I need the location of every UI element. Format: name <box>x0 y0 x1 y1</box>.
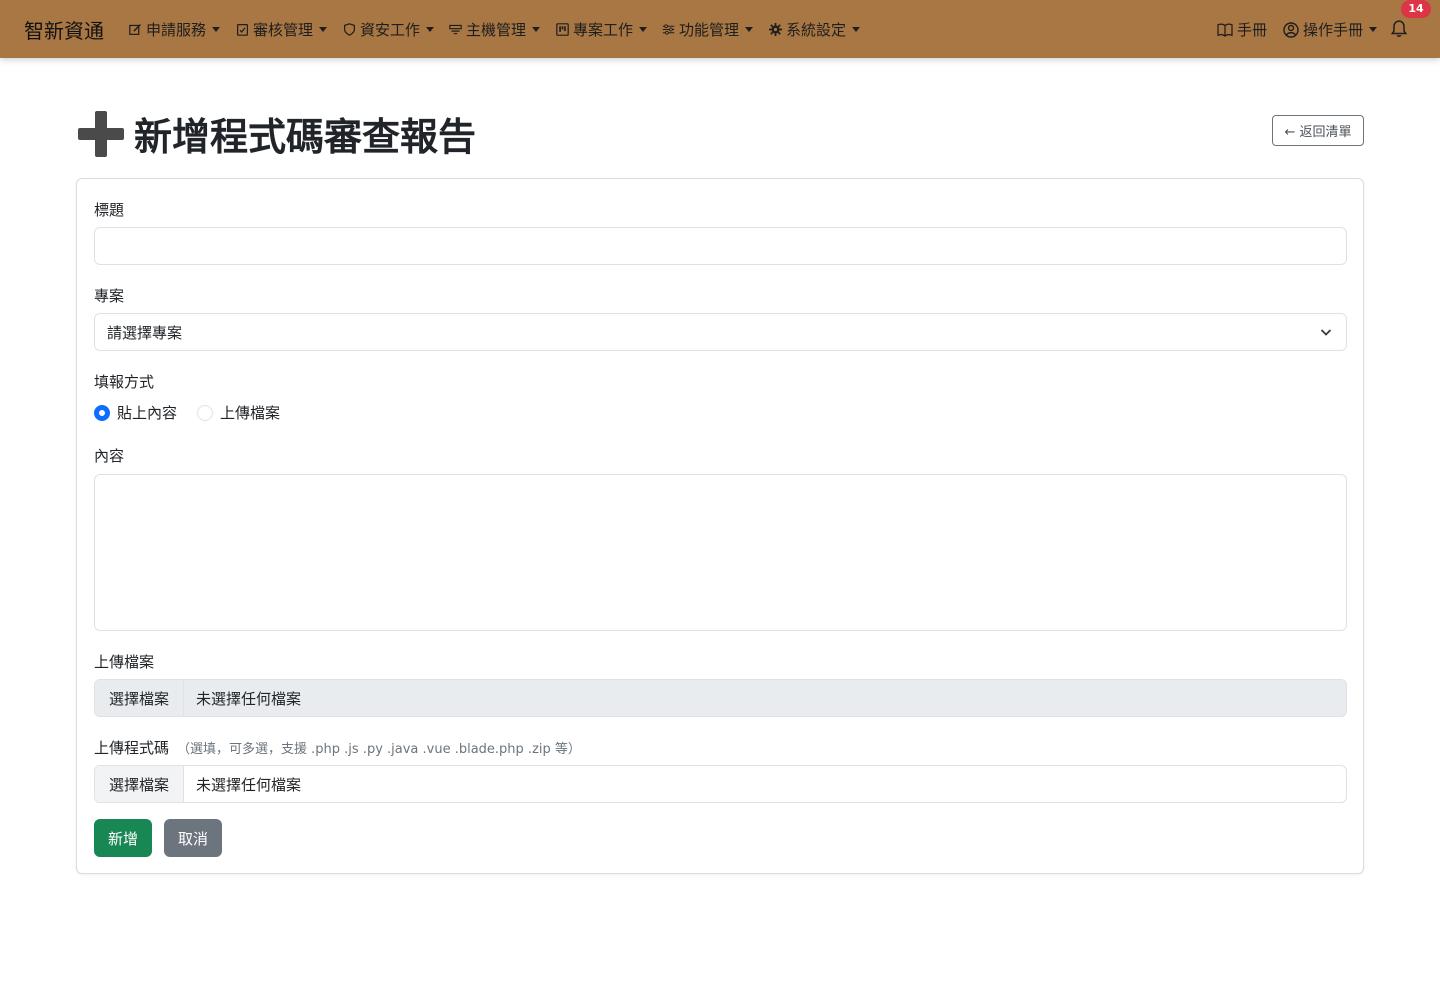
nav-label: 資安工作 <box>360 21 421 39</box>
pencil-square-icon <box>129 24 141 35</box>
nav-security-work[interactable]: 資安工作 <box>343 19 435 40</box>
title-input[interactable] <box>94 227 1347 265</box>
upload-code-label-text: 上傳程式碼 <box>94 739 170 757</box>
caret-down-icon <box>212 27 221 32</box>
upload-file-input: 選擇檔案 未選擇任何檔案 <box>94 679 1347 717</box>
radio-label-upload[interactable]: 上傳檔案 <box>220 402 280 423</box>
caret-down-icon <box>852 27 861 32</box>
kanban-icon <box>556 23 569 36</box>
upload-code-choose-button[interactable]: 選擇檔案 <box>95 766 184 802</box>
nav-label: 審核管理 <box>253 21 314 39</box>
caret-down-icon <box>426 27 435 32</box>
upload-code-input[interactable]: 選擇檔案 未選擇任何檔案 <box>94 765 1347 803</box>
nav-review-management[interactable]: 審核管理 <box>236 19 328 40</box>
user-circle-icon <box>1283 21 1299 38</box>
nav-host-management[interactable]: 主機管理 <box>449 19 541 40</box>
upload-file-label: 上傳檔案 <box>94 653 155 671</box>
project-label: 專案 <box>94 287 125 305</box>
method-label: 填報方式 <box>94 373 155 391</box>
nav-function-management[interactable]: 功能管理 <box>662 19 754 40</box>
project-select-value: 請選擇專案 <box>107 323 183 342</box>
project-select[interactable]: 請選擇專案 <box>94 313 1347 351</box>
nav-label: 專案工作 <box>573 21 634 39</box>
upload-code-status: 未選擇任何檔案 <box>196 775 302 794</box>
nav-label: 手冊 <box>1237 21 1268 39</box>
upload-code-label: 上傳程式碼 （選填，可多選，支援 .php .js .py .java .vue … <box>94 737 581 758</box>
cancel-button[interactable]: 取消 <box>164 819 222 857</box>
nav-system-settings[interactable]: 系統設定 <box>769 19 861 40</box>
radio-label-paste[interactable]: 貼上內容 <box>117 402 177 423</box>
method-radio-group: 貼上內容 上傳檔案 <box>94 402 300 423</box>
notification-badge: 14 <box>1401 0 1431 18</box>
top-navbar: 智新資通 申請服務 審核管理 資安工作 主機管理 專案工作 功能管理 系統設定 … <box>0 0 1440 58</box>
upload-code-hint: （選填，可多選，支援 .php .js .py .java .vue .blad… <box>177 742 581 757</box>
radio-paste-content[interactable] <box>94 404 110 421</box>
upload-file-status: 未選擇任何檔案 <box>196 689 302 708</box>
form-card: 標題 專案 請選擇專案 填報方式 貼上內容 上傳檔案 內容 上傳檔案 選擇檔案 … <box>76 178 1364 874</box>
book-icon <box>1217 23 1233 37</box>
back-to-list-button[interactable]: ← 返回清單 <box>1272 115 1364 146</box>
nav-project-work[interactable]: 專案工作 <box>556 19 648 40</box>
nav-label: 主機管理 <box>466 21 527 39</box>
nav-apply-service[interactable]: 申請服務 <box>129 19 221 40</box>
caret-down-icon <box>745 27 754 32</box>
caret-down-icon <box>319 27 328 32</box>
content-textarea[interactable] <box>94 474 1347 631</box>
caret-down-icon <box>532 27 541 32</box>
server-icon <box>449 24 462 35</box>
content-label: 內容 <box>94 447 125 465</box>
upload-file-choose-button: 選擇檔案 <box>95 680 184 716</box>
nav-label: 系統設定 <box>786 21 847 39</box>
user-menu[interactable]: 操作手冊 <box>1283 19 1378 40</box>
title-label: 標題 <box>94 201 125 219</box>
radio-upload-file[interactable] <box>197 404 214 421</box>
sliders-icon <box>662 24 675 35</box>
page-title: 新增程式碼審查報告 <box>134 115 477 159</box>
clipboard-check-icon <box>237 24 248 36</box>
chevron-down-icon <box>1320 329 1332 336</box>
shield-icon <box>344 23 355 36</box>
plus-icon <box>78 111 124 157</box>
nav-label: 申請服務 <box>146 21 207 39</box>
gear-icon <box>769 23 782 36</box>
brand-logo[interactable]: 智新資通 <box>24 15 104 44</box>
bell-icon[interactable] <box>1390 20 1408 38</box>
submit-button[interactable]: 新增 <box>94 819 152 857</box>
nav-label: 功能管理 <box>679 21 740 39</box>
caret-down-icon <box>1369 27 1378 32</box>
caret-down-icon <box>639 27 648 32</box>
nav-manual[interactable]: 手冊 <box>1217 19 1267 40</box>
nav-label: 操作手冊 <box>1303 21 1364 39</box>
